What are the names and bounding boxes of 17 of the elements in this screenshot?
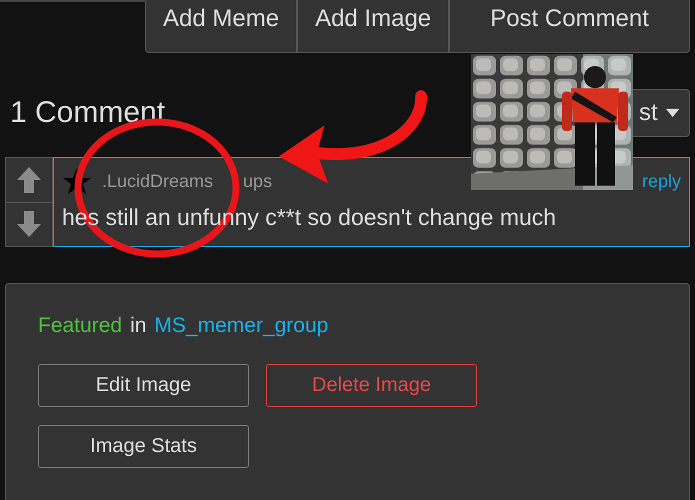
sort-dropdown[interactable]: st xyxy=(633,89,690,137)
toolbar-button[interactable]: Add Meme xyxy=(145,0,298,53)
mention-text: ups xyxy=(243,170,272,192)
featured-label: Featured xyxy=(38,314,122,338)
in-text: in xyxy=(130,314,146,338)
reply-link[interactable]: reply xyxy=(642,170,681,192)
toolbar-button[interactable]: Add Image xyxy=(297,0,450,53)
username-link[interactable]: .LucidDreams xyxy=(102,170,214,192)
up-arrow-icon xyxy=(16,166,42,194)
star-icon xyxy=(62,167,92,195)
group-link[interactable]: MS_memer_group xyxy=(154,314,328,338)
action-button[interactable]: Image Stats xyxy=(38,425,249,468)
comments-heading: 1 Comment xyxy=(10,96,166,130)
caret-icon xyxy=(666,108,679,118)
action-button[interactable]: Edit Image xyxy=(38,364,249,407)
toolbar-button[interactable]: Post Comment xyxy=(449,0,690,53)
down-arrow-icon xyxy=(16,210,42,238)
